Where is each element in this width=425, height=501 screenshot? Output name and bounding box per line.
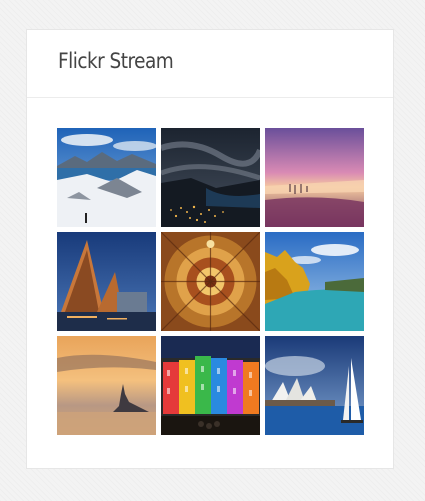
photo-snowy-mountains-lake (57, 128, 156, 227)
photo-sunset-beach (265, 128, 364, 227)
widget-header: Flickr Stream (27, 30, 393, 98)
photo-thumbnail-autumn-river[interactable] (265, 232, 364, 331)
photo-thumbnail-harbour-sailboat[interactable] (265, 336, 364, 435)
flickr-widget: Flickr Stream (26, 29, 394, 469)
widget-title: Flickr Stream (58, 49, 174, 73)
photo-thumbnail-sunset-beach[interactable] (265, 128, 364, 227)
photo-thumbnail-light-show-building[interactable] (161, 336, 260, 435)
photo-thumbnail-night-lakeside-town[interactable] (161, 128, 260, 227)
photo-autumn-river (265, 232, 364, 331)
photo-light-show-building (161, 336, 260, 435)
photo-opera-house-night (57, 232, 156, 331)
photo-grid (57, 128, 365, 436)
photo-island-castle-dusk (57, 336, 156, 435)
photo-thumbnail-ornate-ceiling[interactable] (161, 232, 260, 331)
photo-thumbnail-island-castle-dusk[interactable] (57, 336, 156, 435)
photo-harbour-sailboat (265, 336, 364, 435)
photo-thumbnail-opera-house-night[interactable] (57, 232, 156, 331)
photo-thumbnail-snowy-mountains-lake[interactable] (57, 128, 156, 227)
photo-ornate-ceiling (161, 232, 260, 331)
photo-night-lakeside-town (161, 128, 260, 227)
